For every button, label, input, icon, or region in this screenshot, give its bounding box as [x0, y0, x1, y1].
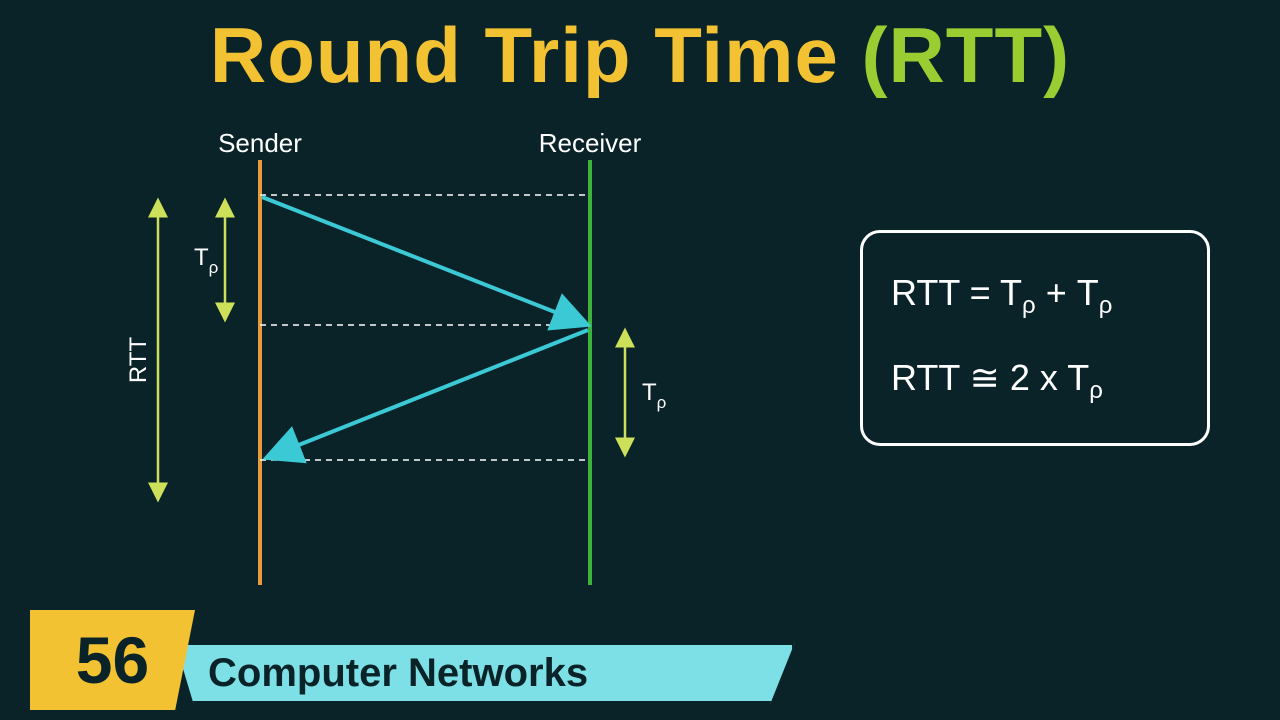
course-title-badge: Computer Networks — [175, 642, 795, 704]
tp2-label: Tρ — [642, 379, 666, 412]
formula-line-1: RTT = Tρ + Tρ — [891, 268, 1179, 323]
rtt-diagram: Sender Receiver RTT Tρ Tρ — [90, 130, 710, 600]
title-abbrev: (RTT) — [862, 11, 1071, 99]
rtt-label: RTT — [125, 337, 152, 384]
slide-number-badge: 56 — [30, 610, 195, 710]
formula-box: RTT = Tρ + Tρ RTT ≅ 2 x Tρ — [860, 230, 1210, 446]
slide-title: Round Trip Time (RTT) — [0, 0, 1280, 101]
footer: 56 Computer Networks — [0, 620, 1280, 720]
title-main: Round Trip Time — [210, 11, 862, 99]
receiver-label: Receiver — [539, 130, 642, 158]
send-arrow — [262, 197, 588, 325]
tp1-label: Tρ — [194, 244, 218, 277]
ack-arrow — [266, 330, 588, 458]
sender-label: Sender — [218, 130, 302, 158]
formula-line-2: RTT ≅ 2 x Tρ — [891, 353, 1179, 408]
